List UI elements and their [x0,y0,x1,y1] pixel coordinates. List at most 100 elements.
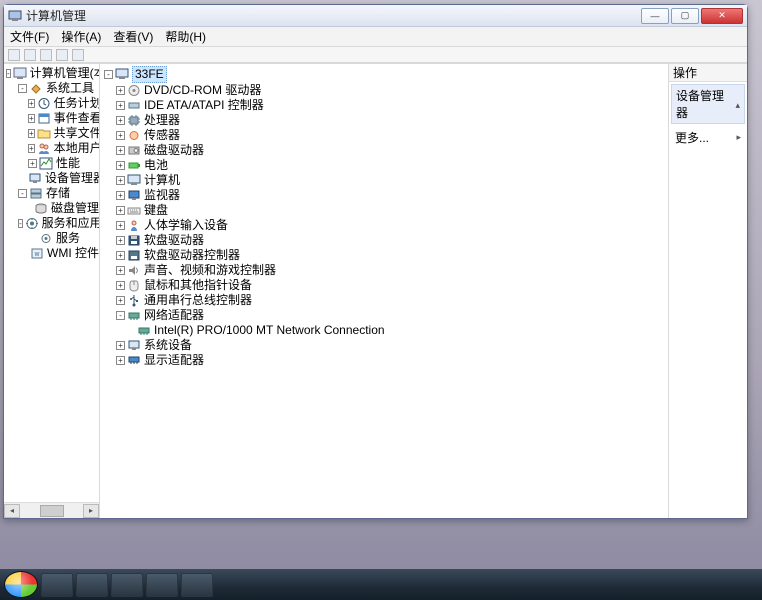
left-scrollbar[interactable]: ◂ ▸ [4,502,99,518]
actions-category[interactable]: 设备管理器 [671,84,745,124]
expand-icon[interactable]: + [116,206,125,215]
device-sound[interactable]: +声音、视频和游戏控制器 [104,263,668,278]
menu-help[interactable]: 帮助(H) [165,28,206,45]
device-battery[interactable]: +电池 [104,158,668,173]
chevron-right-icon [736,129,741,146]
collapse-icon[interactable]: - [104,70,113,79]
floppy-ctrl-icon [127,249,141,262]
minimize-button[interactable]: — [641,8,669,24]
tree-performance[interactable]: +性能 [6,156,99,171]
expand-icon[interactable]: + [116,86,125,95]
device-display[interactable]: +显示适配器 [104,353,668,368]
gear-icon [39,232,53,245]
device-network-adapters[interactable]: -网络适配器 [104,308,668,323]
device-computer-root[interactable]: -33FE [104,66,668,83]
expand-icon[interactable]: + [116,341,125,350]
chevron-up-icon [735,97,740,111]
expand-icon[interactable]: + [116,176,125,185]
actions-more-link[interactable]: 更多... [669,126,747,149]
device-system[interactable]: +系统设备 [104,338,668,353]
expand-icon[interactable]: + [116,221,125,230]
close-button[interactable]: ✕ [701,8,743,24]
device-tree[interactable]: -33FE +DVD/CD-ROM 驱动器 +IDE ATA/ATAPI 控制器… [104,66,668,368]
tree-shared-folders[interactable]: +共享文件夹 [6,126,99,141]
taskbar-item-app[interactable] [181,573,213,597]
forward-icon[interactable] [24,49,36,61]
toolbar-icon[interactable] [40,49,52,61]
device-floppy[interactable]: +软盘驱动器 [104,233,668,248]
toolbar-icon[interactable] [56,49,68,61]
menu-view[interactable]: 查看(V) [113,28,153,45]
hid-icon [127,219,141,232]
collapse-icon[interactable]: - [6,69,11,78]
scroll-track[interactable] [20,504,83,518]
tree-wmi[interactable]: WWMI 控件 [6,246,99,261]
tree-disk-management[interactable]: 磁盘管理 [6,201,99,216]
back-icon[interactable] [8,49,20,61]
menu-action[interactable]: 操作(A) [61,28,101,45]
expand-icon[interactable]: + [116,266,125,275]
taskbar-item-explorer[interactable] [76,573,108,597]
device-cpu[interactable]: +处理器 [104,113,668,128]
start-button[interactable] [4,571,38,598]
device-keyboard[interactable]: +键盘 [104,203,668,218]
console-tree[interactable]: -计算机管理(本 -系统工具 +任务计划程 +事件查看器 +共享文件夹 +本地用… [6,66,99,261]
expand-icon[interactable]: + [28,144,35,153]
taskbar-item-app[interactable] [146,573,178,597]
expand-icon[interactable]: + [116,251,125,260]
expand-icon[interactable]: + [28,129,35,138]
device-monitor[interactable]: +监视器 [104,188,668,203]
expand-icon[interactable]: + [116,161,125,170]
taskbar-item-ie[interactable] [41,573,73,597]
collapse-icon[interactable]: - [18,189,27,198]
expand-icon[interactable]: + [116,191,125,200]
expand-icon[interactable]: + [116,296,125,305]
expand-icon[interactable]: + [116,236,125,245]
taskbar[interactable] [0,569,762,600]
tree-services-apps[interactable]: -服务和应用程 [6,216,99,231]
scroll-right-icon[interactable]: ▸ [83,504,99,518]
tree-system-tools[interactable]: -系统工具 [6,81,99,96]
expand-icon[interactable]: + [28,114,35,123]
taskbar-item-media[interactable] [111,573,143,597]
tree-storage[interactable]: -存储 [6,186,99,201]
expand-icon[interactable]: + [116,356,125,365]
device-disk-drive[interactable]: +磁盘驱动器 [104,143,668,158]
maximize-button[interactable]: ▢ [671,8,699,24]
tree-root[interactable]: -计算机管理(本 [6,66,99,81]
expand-icon[interactable]: + [116,281,125,290]
expand-icon[interactable]: + [116,146,125,155]
tree-task-scheduler[interactable]: +任务计划程 [6,96,99,111]
device-usb[interactable]: +通用串行总线控制器 [104,293,668,308]
device-hid[interactable]: +人体学输入设备 [104,218,668,233]
device-floppy-controller[interactable]: +软盘驱动器控制器 [104,248,668,263]
device-ide[interactable]: +IDE ATA/ATAPI 控制器 [104,98,668,113]
device-dvd[interactable]: +DVD/CD-ROM 驱动器 [104,83,668,98]
tree-event-viewer[interactable]: +事件查看器 [6,111,99,126]
perf-icon [39,157,53,170]
expand-icon[interactable]: + [28,99,35,108]
actions-pane: 操作 设备管理器 更多... [669,64,747,518]
device-sensor[interactable]: +传感器 [104,128,668,143]
expand-icon[interactable]: + [116,131,125,140]
collapse-icon[interactable]: - [18,219,23,228]
collapse-icon[interactable]: - [116,311,125,320]
tree-services[interactable]: 服务 [6,231,99,246]
device-network-item[interactable]: Intel(R) PRO/1000 MT Network Connection [104,323,668,338]
dvd-icon [127,84,141,97]
tree-device-manager[interactable]: 设备管理器 [6,171,99,186]
menu-file[interactable]: 文件(F) [10,28,49,45]
titlebar[interactable]: 计算机管理 — ▢ ✕ [4,5,747,27]
tree-local-users[interactable]: +本地用户和 [6,141,99,156]
scroll-thumb[interactable] [40,505,64,517]
device-mouse[interactable]: +鼠标和其他指针设备 [104,278,668,293]
expand-icon[interactable]: + [116,101,125,110]
collapse-icon[interactable]: - [18,84,27,93]
clock-icon [37,97,51,110]
expand-icon[interactable]: + [28,159,37,168]
console-tree-pane: -计算机管理(本 -系统工具 +任务计划程 +事件查看器 +共享文件夹 +本地用… [4,64,100,518]
device-computers[interactable]: +计算机 [104,173,668,188]
scroll-left-icon[interactable]: ◂ [4,504,20,518]
help-icon[interactable] [72,49,84,61]
expand-icon[interactable]: + [116,116,125,125]
